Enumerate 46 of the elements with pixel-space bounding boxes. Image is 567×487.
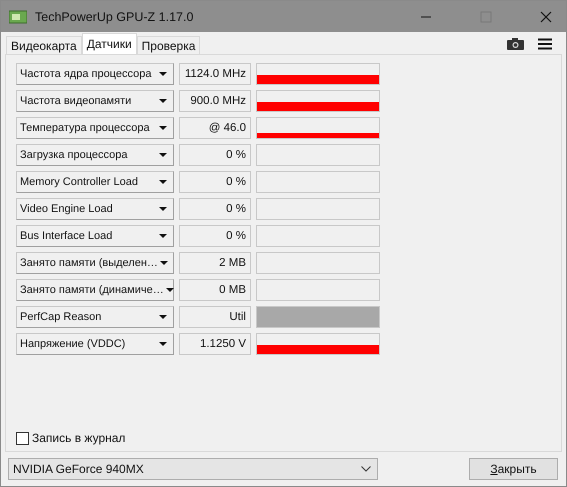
sensor-value: 900.0 MHz <box>179 90 251 112</box>
sensor-name-dropdown[interactable]: Memory Controller Load <box>16 171 174 193</box>
dropdown-arrow-icon <box>159 153 167 157</box>
sensor-name-dropdown[interactable]: PerfCap Reason <box>16 306 174 328</box>
sensor-value: 0 % <box>179 144 251 166</box>
sensor-value: @ 46.0 <box>179 117 251 139</box>
dropdown-arrow-icon <box>159 207 167 211</box>
dropdown-arrow-icon <box>159 234 167 238</box>
tab[interactable]: Датчики <box>82 33 137 54</box>
window-title: TechPowerUp GPU-Z 1.17.0 <box>35 10 194 24</box>
sensor-name-dropdown[interactable]: Температура процессора <box>16 117 174 139</box>
dropdown-arrow-icon <box>159 315 167 319</box>
gpu-dropdown[interactable]: NVIDIA GeForce 940MX <box>8 458 378 480</box>
dropdown-arrow-icon <box>159 180 167 184</box>
sensor-value: 0 MB <box>179 279 251 301</box>
camera-icon[interactable] <box>507 38 524 50</box>
sensor-name-dropdown[interactable]: Загрузка процессора <box>16 144 174 166</box>
sensor-name-dropdown[interactable]: Занято памяти (выделен… <box>16 252 174 274</box>
checkbox[interactable] <box>16 432 29 444</box>
sensor-value: 0 % <box>179 171 251 193</box>
sensor-name-dropdown[interactable]: Частота видеопамяти <box>16 90 174 112</box>
dropdown-arrow-icon <box>160 261 168 265</box>
sensor-value: 2 MB <box>179 252 251 274</box>
sensor-name-dropdown[interactable]: Напряжение (VDDC) <box>16 333 174 355</box>
dropdown-arrow-icon <box>159 72 167 76</box>
tab[interactable]: Проверка <box>136 36 200 54</box>
close-icon[interactable] <box>540 10 552 22</box>
sensor-value: Util <box>179 306 251 328</box>
sensor-name-dropdown[interactable]: Занято памяти (динамиче… <box>16 279 174 301</box>
chevron-down-icon <box>361 466 371 472</box>
close-button[interactable]: Закрыть <box>469 458 558 480</box>
dropdown-arrow-icon <box>166 288 174 292</box>
sensor-name-dropdown[interactable]: Video Engine Load <box>16 198 174 220</box>
dropdown-arrow-icon <box>159 99 167 103</box>
menu-icon[interactable] <box>538 38 552 50</box>
sensor-value: 1.1250 V <box>179 333 251 355</box>
sensor-name-dropdown[interactable]: Bus Interface Load <box>16 225 174 247</box>
tab[interactable]: Видеокарта <box>6 36 82 54</box>
graphics-card-icon <box>9 10 27 24</box>
sensor-value: 0 % <box>179 225 251 247</box>
sensor-value: 0 % <box>179 198 251 220</box>
sensor-name-dropdown[interactable]: Частота ядра процессора <box>16 63 174 85</box>
dropdown-arrow-icon <box>159 342 167 346</box>
checkbox-label: Запись в журнал <box>32 431 126 445</box>
sensor-value: 1124.0 MHz <box>179 63 251 85</box>
dropdown-arrow-icon <box>159 126 167 130</box>
